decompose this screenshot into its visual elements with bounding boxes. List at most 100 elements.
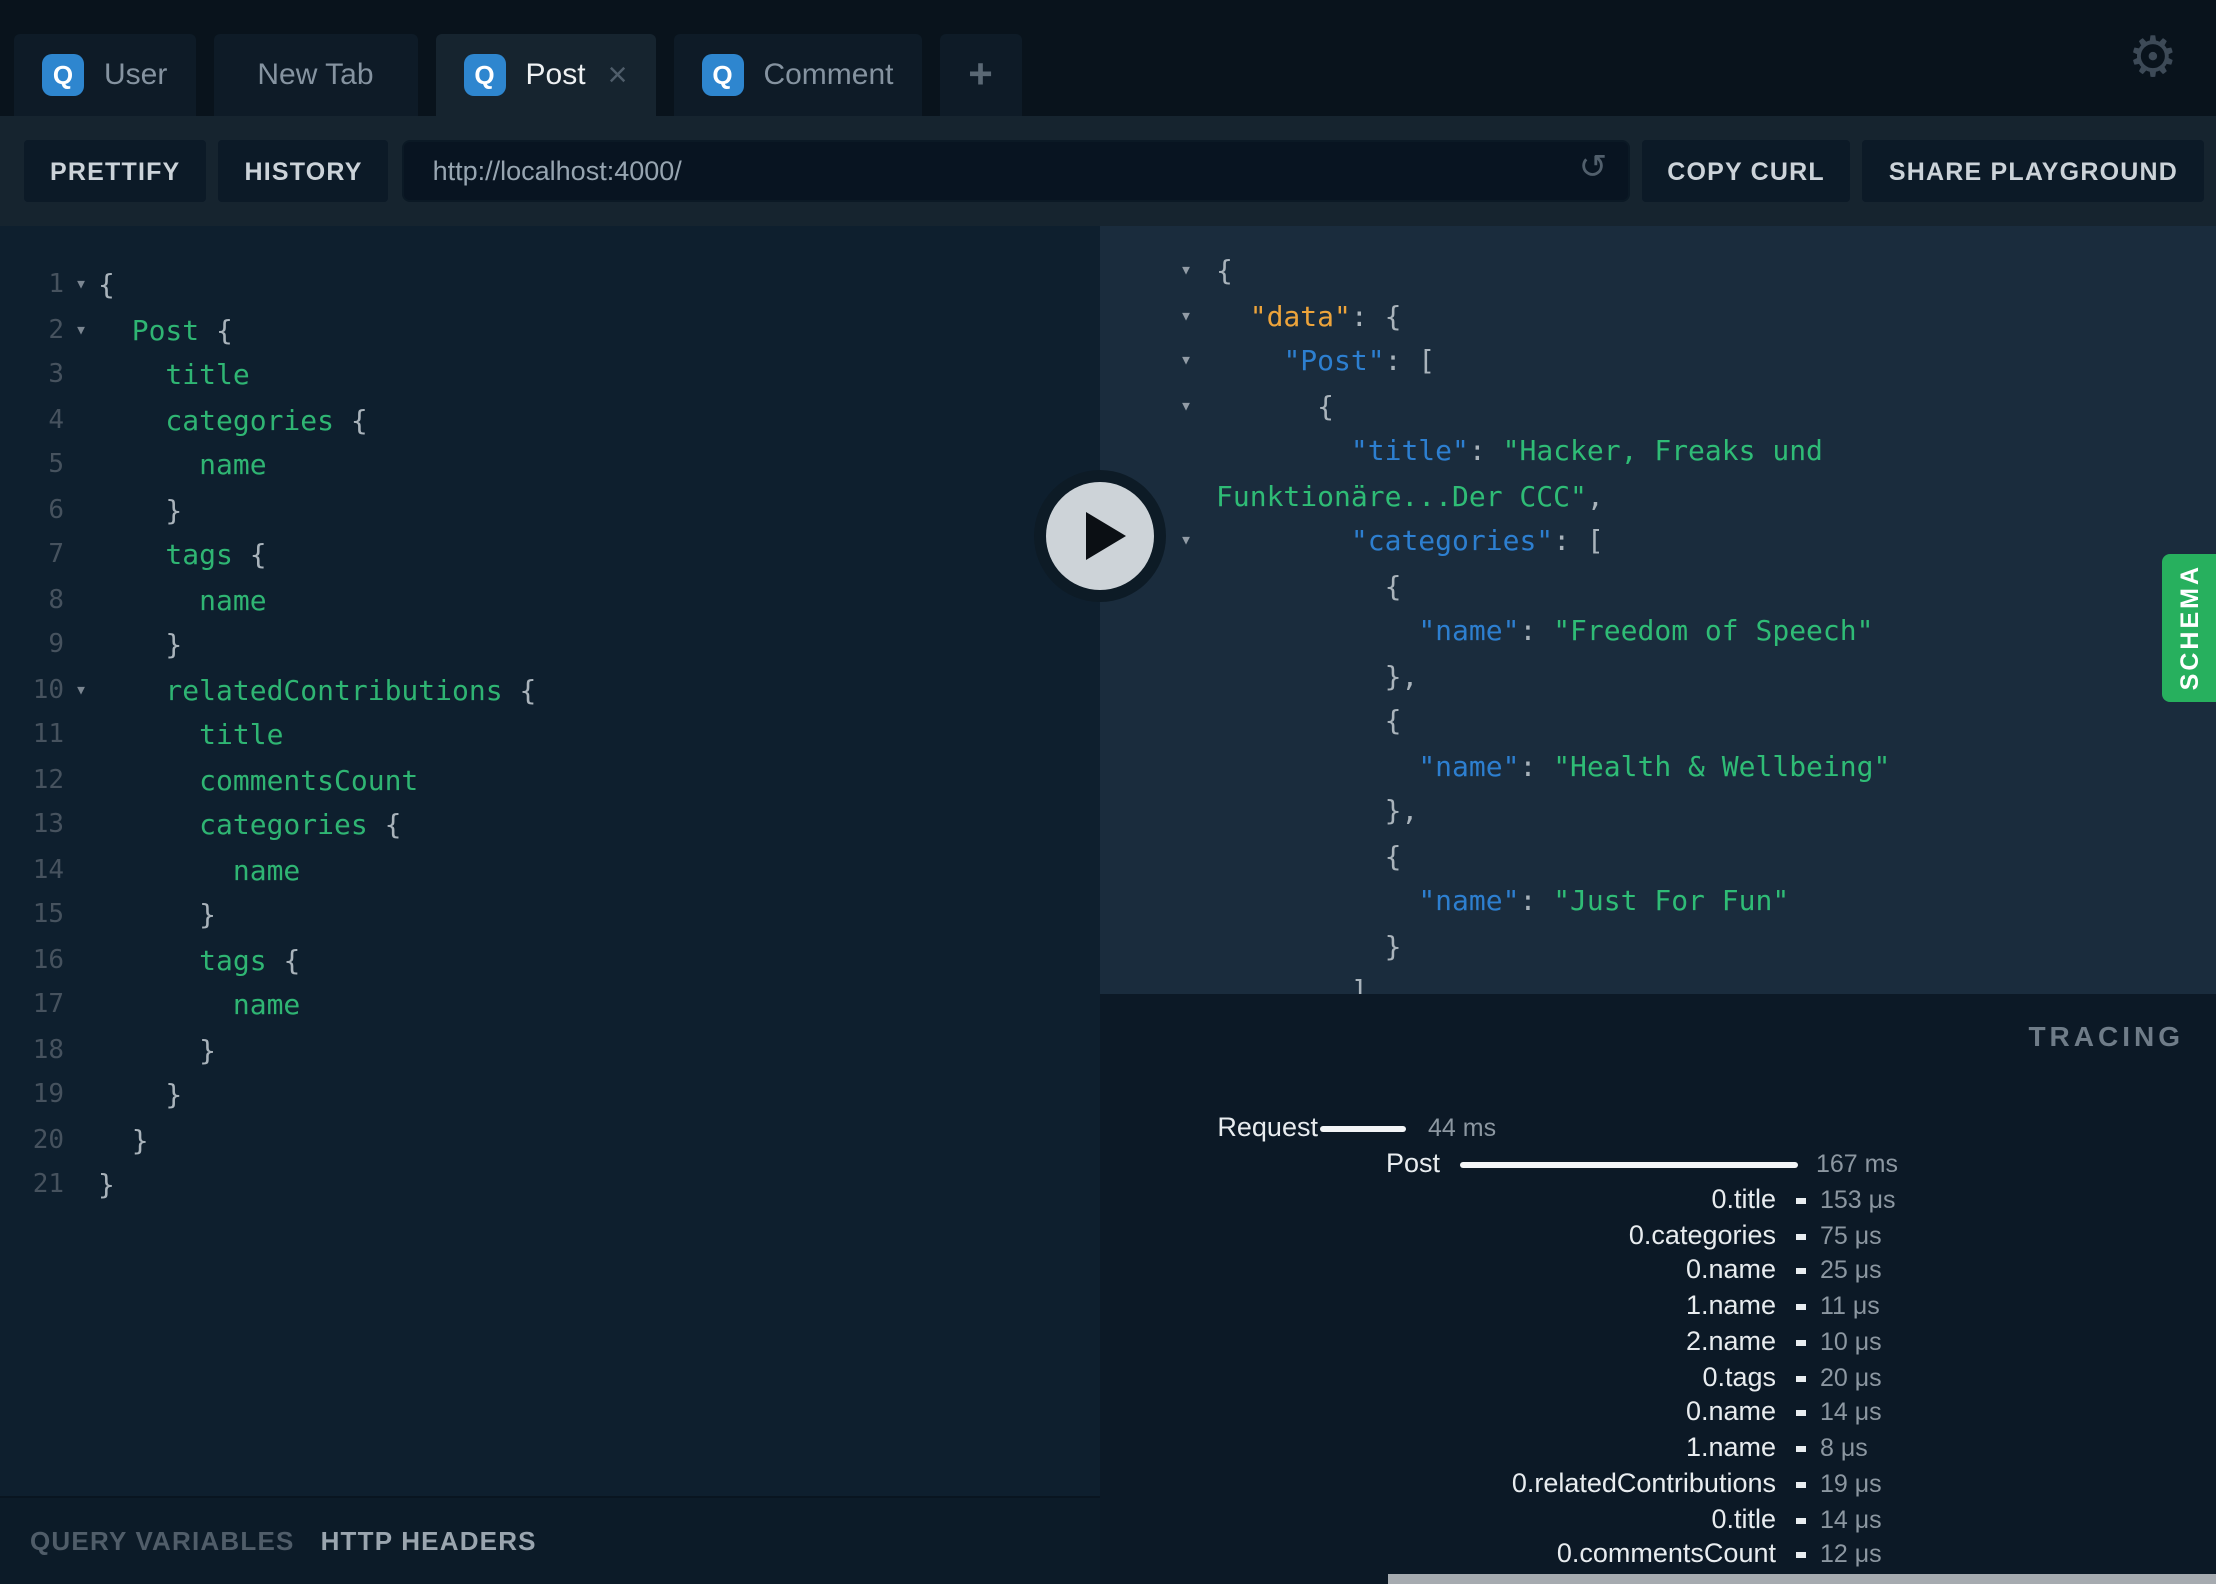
query-badge-icon: Q — [463, 54, 506, 96]
editor-line[interactable]: 18 } — [0, 1029, 1100, 1074]
tracing-row: 0.name 14 μs — [1100, 1395, 2216, 1431]
editor-line[interactable]: 16 tags { — [0, 939, 1100, 984]
collapse-arrow-icon[interactable]: ▾ — [1180, 250, 1192, 295]
http-headers-tab[interactable]: HTTP HEADERS — [321, 1526, 537, 1556]
collapse-arrow-icon[interactable]: ▾ — [1180, 520, 1192, 565]
editor-line[interactable]: 6 } — [0, 489, 1100, 534]
editor-line[interactable]: 11 title — [0, 714, 1100, 759]
editor-line[interactable]: 7 tags { — [0, 534, 1100, 579]
endpoint-url-wrap: ↺ — [402, 140, 1630, 202]
tracing-duration-bar — [1796, 1339, 1806, 1346]
editor-line[interactable]: 13 categories { — [0, 804, 1100, 849]
query-code: categories { — [98, 405, 368, 437]
horizontal-scrollbar[interactable] — [1388, 1574, 2216, 1584]
tracing-duration-value: 10 μs — [1820, 1327, 1882, 1356]
close-tab-icon[interactable]: × — [608, 58, 628, 92]
response-line: Funktionäre...Der CCC", — [1100, 475, 2216, 520]
share-playground-button[interactable]: SHARE PLAYGROUND — [1862, 140, 2204, 202]
collapse-arrow-icon[interactable]: ▾ — [1180, 385, 1192, 430]
tab-user[interactable]: Q User — [14, 34, 196, 116]
editor-line[interactable]: 10 ▾ relatedContributions { — [0, 669, 1100, 714]
schema-sidebar-tab[interactable]: SCHEMA — [2162, 554, 2216, 702]
tracing-header: TRACING — [2028, 1020, 2184, 1053]
tracing-duration-value: 19 μs — [1820, 1469, 1882, 1498]
response-code: { — [1216, 706, 1402, 738]
editor-line[interactable]: 21} — [0, 1164, 1100, 1209]
tracing-duration-bar — [1796, 1268, 1806, 1275]
tracing-field-label: Post — [1385, 1148, 1440, 1179]
collapse-arrow-icon[interactable]: ▾ — [1180, 340, 1192, 385]
fold-arrow-icon[interactable]: ▾ — [64, 309, 98, 354]
endpoint-url-input[interactable] — [402, 140, 1630, 202]
editor-line[interactable]: 3 title — [0, 354, 1100, 399]
editor-line[interactable]: 8 name — [0, 579, 1100, 624]
prettify-button[interactable]: PRETTIFY — [24, 140, 207, 202]
tracing-field-label: 0.title — [1711, 1503, 1776, 1534]
query-code: title — [98, 720, 284, 752]
editor-line[interactable]: 12 commentsCount — [0, 759, 1100, 804]
tab-post[interactable]: Q Post × — [435, 34, 656, 116]
play-icon — [1086, 512, 1126, 560]
tab-bar: Q User New Tab Q Post × Q Comment + ⚙ — [0, 0, 2216, 116]
editor-line[interactable]: 19 } — [0, 1074, 1100, 1119]
tab-label: Post — [525, 58, 586, 92]
response-line: "name": "Health & Wellbeing" — [1100, 745, 2216, 790]
tab-comment[interactable]: Q Comment — [673, 34, 922, 116]
tracing-duration-bar — [1796, 1375, 1806, 1382]
response-viewer[interactable]: ▾{▾ "data": {▾ "Post": [▾ { "title": "Ha… — [1100, 226, 2216, 995]
response-line: ] — [1100, 970, 2216, 995]
editor-line[interactable]: 9 } — [0, 624, 1100, 669]
new-tab-button[interactable]: + — [939, 34, 1022, 116]
query-code: name — [98, 990, 301, 1022]
tab-label: User — [104, 58, 168, 92]
query-code: name — [98, 450, 267, 482]
query-editor[interactable]: 1 ▾{2 ▾ Post {3 title 4 categories {5 name 6… — [0, 226, 1100, 1497]
editor-line[interactable]: 2 ▾ Post { — [0, 309, 1100, 354]
query-variables-tab[interactable]: QUERY VARIABLES — [30, 1526, 295, 1556]
tracing-row: 1.name 8 μs — [1100, 1430, 2216, 1466]
tracing-duration-bar — [1320, 1125, 1406, 1133]
response-line: }, — [1100, 790, 2216, 835]
editor-line[interactable]: 4 categories { — [0, 399, 1100, 444]
query-code: } — [98, 630, 183, 662]
editor-line[interactable]: 20 } — [0, 1119, 1100, 1164]
line-number: 16 — [32, 945, 64, 975]
response-code: { — [1216, 391, 1335, 423]
tab-label: Comment — [763, 58, 894, 92]
tracing-panel: TRACING Request 44 ms Post 167 ms 0.title 153… — [1100, 994, 2216, 1584]
tracing-row: 0.commentsCount 12 μs — [1100, 1537, 2216, 1573]
tracing-duration-value: 11 μs — [1820, 1292, 1880, 1321]
collapse-arrow-icon[interactable]: ▾ — [1180, 295, 1192, 340]
editor-line[interactable]: 15 } — [0, 894, 1100, 939]
reload-schema-icon[interactable]: ↺ — [1579, 151, 1608, 186]
schema-tab-label: SCHEMA — [2175, 564, 2203, 692]
settings-gear-icon[interactable]: ⚙ — [2128, 29, 2178, 86]
tracing-duration-value: 44 ms — [1428, 1114, 1497, 1143]
line-number: 7 — [48, 540, 64, 570]
tab-new-tab[interactable]: New Tab — [213, 34, 418, 116]
query-code: } — [98, 495, 183, 527]
tab-label: New Tab — [257, 58, 374, 92]
tracing-field-label: 1.name — [1685, 1290, 1776, 1321]
query-pane: 1 ▾{2 ▾ Post {3 title 4 categories {5 name 6… — [0, 226, 1100, 1584]
response-code: { — [1216, 571, 1402, 603]
editor-line[interactable]: 17 name — [0, 984, 1100, 1029]
tracing-duration-bar — [1796, 1552, 1806, 1559]
tracing-duration-bar — [1796, 1197, 1806, 1204]
fold-arrow-icon[interactable]: ▾ — [64, 264, 98, 309]
play-button-circle — [1046, 482, 1154, 590]
editor-line[interactable]: 5 name — [0, 444, 1100, 489]
copy-curl-button[interactable]: COPY CURL — [1641, 140, 1851, 202]
tab-strip: Q User New Tab Q Post × Q Comment + — [14, 34, 1022, 116]
fold-arrow-icon[interactable]: ▾ — [64, 669, 98, 714]
tracing-field-label: 0.tags — [1702, 1361, 1776, 1392]
history-button[interactable]: HISTORY — [218, 140, 389, 202]
editor-line[interactable]: 14 name — [0, 849, 1100, 894]
tracing-duration-value: 167 ms — [1816, 1150, 1898, 1179]
editor-line[interactable]: 1 ▾{ — [0, 264, 1100, 309]
execute-query-button[interactable] — [1034, 470, 1166, 602]
